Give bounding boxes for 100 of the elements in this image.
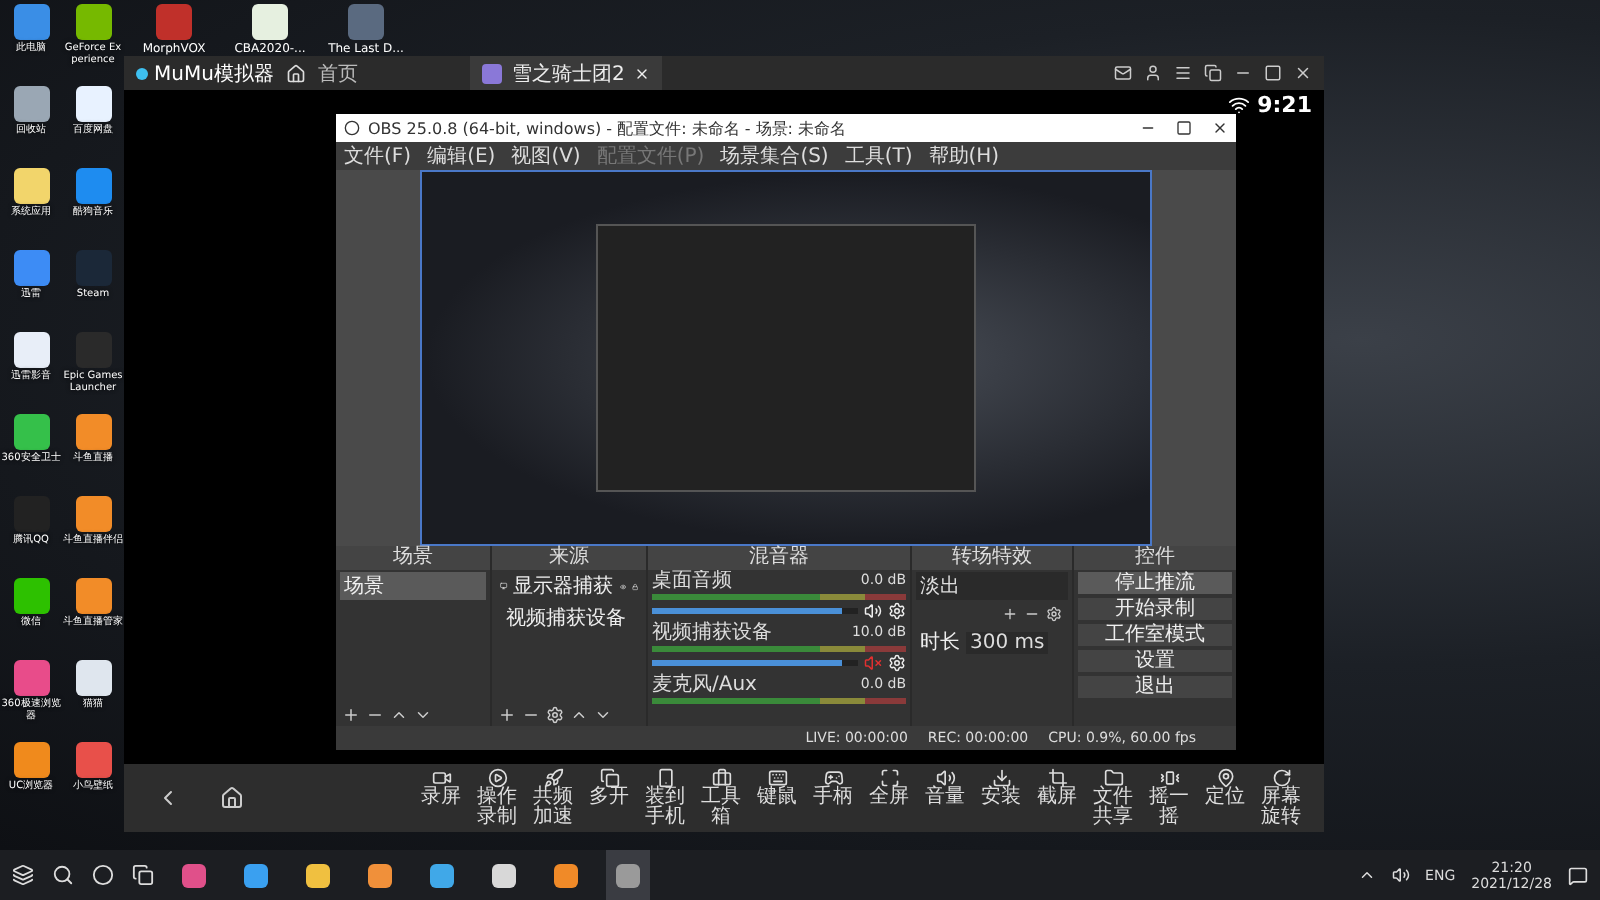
toolbar-button[interactable]: 共频加速 [526,768,580,828]
app-icon[interactable] [75,414,111,450]
app-icon[interactable] [13,742,49,778]
task-view-icon[interactable] [132,864,154,886]
toolbar-icon [1215,768,1235,788]
home-link[interactable]: 首页 [317,59,358,87]
volume-slider[interactable] [652,660,858,666]
toolbar-button[interactable]: 键鼠 [750,768,804,828]
emulator-brand: MuMu模拟器 [136,59,274,87]
menu-item[interactable]: 文件(F) [344,142,412,170]
app-icon[interactable] [75,86,111,122]
app-icon[interactable] [75,4,111,40]
source-item[interactable]: 显示器捕获 [513,572,614,600]
toolbar-icon [1271,768,1291,788]
toolbar-button[interactable]: 屏幕旋转 [1254,768,1308,828]
control-button[interactable]: 工作室模式 [1078,624,1232,646]
toolbar-icon [599,768,619,788]
toolbar-button[interactable]: 截屏 [1030,768,1084,828]
toolbar-button[interactable]: 全屏 [862,768,916,828]
panel-header: 混音器 [648,546,910,570]
toolbar-icon [935,768,955,788]
control-button[interactable]: 设置 [1078,650,1232,672]
app-icon[interactable] [13,578,49,614]
toolbar-button[interactable]: 手柄 [806,768,860,828]
volume-slider[interactable] [652,608,858,614]
search-icon[interactable] [52,864,74,886]
speaker-icon[interactable] [1391,866,1410,884]
home-icon[interactable] [285,63,306,83]
app-icon[interactable] [430,863,454,887]
mail-icon[interactable] [1114,64,1132,82]
toolbar-icon [879,768,899,788]
toolbar-icon [767,768,787,788]
status-clock: 9:21 [1257,92,1312,118]
app-icon[interactable] [13,86,49,122]
toolbar-button[interactable]: 文件共享 [1086,768,1140,828]
control-button[interactable]: 开始录制 [1078,598,1232,620]
toolbar-icon [543,768,563,788]
mute-icon[interactable] [864,654,882,672]
menu-item[interactable]: 场景集合(S) [720,142,829,170]
menu-item[interactable]: 视图(V) [511,142,581,170]
notification-icon[interactable] [1568,865,1588,885]
app-icon[interactable] [554,863,578,887]
app-icon[interactable] [13,168,49,204]
up-icon[interactable] [390,706,408,724]
toolbar-icon [431,768,451,788]
control-button[interactable]: 退出 [1078,676,1232,698]
up-icon[interactable] [570,706,588,724]
toolbar-button[interactable]: 操作录制 [470,768,524,828]
menu-item[interactable]: 工具(T) [844,142,913,170]
app-icon[interactable] [75,660,111,696]
app-icon[interactable] [75,578,111,614]
maximize-icon[interactable] [1176,120,1192,136]
user-icon[interactable] [1144,64,1162,82]
toolbar-icon [711,768,731,788]
toolbar-button[interactable]: 音量 [918,768,972,828]
transition-select[interactable]: 淡出 [916,572,1068,600]
toolbar-button[interactable]: 录屏 [414,768,468,828]
app-icon[interactable] [492,863,516,887]
close-icon[interactable] [1212,120,1228,136]
settings-icon[interactable] [1046,606,1062,622]
control-button[interactable]: 停止推流 [1078,572,1232,594]
app-icon[interactable] [75,496,111,532]
app-icon[interactable] [13,414,49,450]
wifi-icon [1227,94,1250,116]
add-icon[interactable] [1002,606,1018,622]
app-logo-icon [344,120,360,136]
window-title: OBS 25.0.8 (64-bit, windows) - 配置文件: 未命名 - 场景: 未命名 [368,117,847,139]
toolbar-button[interactable]: 多开 [582,768,636,828]
speaker-icon[interactable] [864,602,882,620]
down-icon[interactable] [594,706,612,724]
menu-icon[interactable] [1174,64,1192,82]
toolbar-button[interactable]: 装到手机 [638,768,692,828]
toolbar-button[interactable]: 摇一摇 [1142,768,1196,828]
app-icon[interactable] [13,332,49,368]
window-icon[interactable] [1204,64,1222,82]
toolbar-button[interactable]: 工具箱 [694,768,748,828]
emulator-tab[interactable]: 雪之骑士团2 [469,56,663,90]
toolbar-button[interactable]: 安装 [974,768,1028,828]
panel-header: 来源 [492,546,646,570]
lock-icon[interactable] [631,579,639,593]
toolbar-button[interactable]: 定位 [1198,768,1252,828]
app-icon[interactable] [306,863,330,887]
home-icon [220,786,244,810]
channel-name: 视频捕获设备 [652,624,772,644]
start-icon[interactable] [12,864,34,886]
menu-item[interactable]: 帮助(H) [928,142,1000,170]
down-icon[interactable] [414,706,432,724]
duration-field[interactable]: 300 ms [966,631,1049,653]
toolbar-icon [1159,768,1179,788]
scene-item[interactable]: 场景 [340,572,486,600]
source-item[interactable]: 视频捕获设备 [506,604,626,632]
menu-item[interactable]: 编辑(E) [427,142,496,170]
add-icon[interactable] [342,706,360,724]
app-icon[interactable] [368,863,392,887]
add-icon[interactable] [498,706,516,724]
duration-label: 时长 [920,629,960,656]
app-icon[interactable] [244,863,268,887]
circle-icon[interactable] [92,864,114,886]
toolbar-icon [655,768,675,788]
settings-icon[interactable] [546,706,564,724]
